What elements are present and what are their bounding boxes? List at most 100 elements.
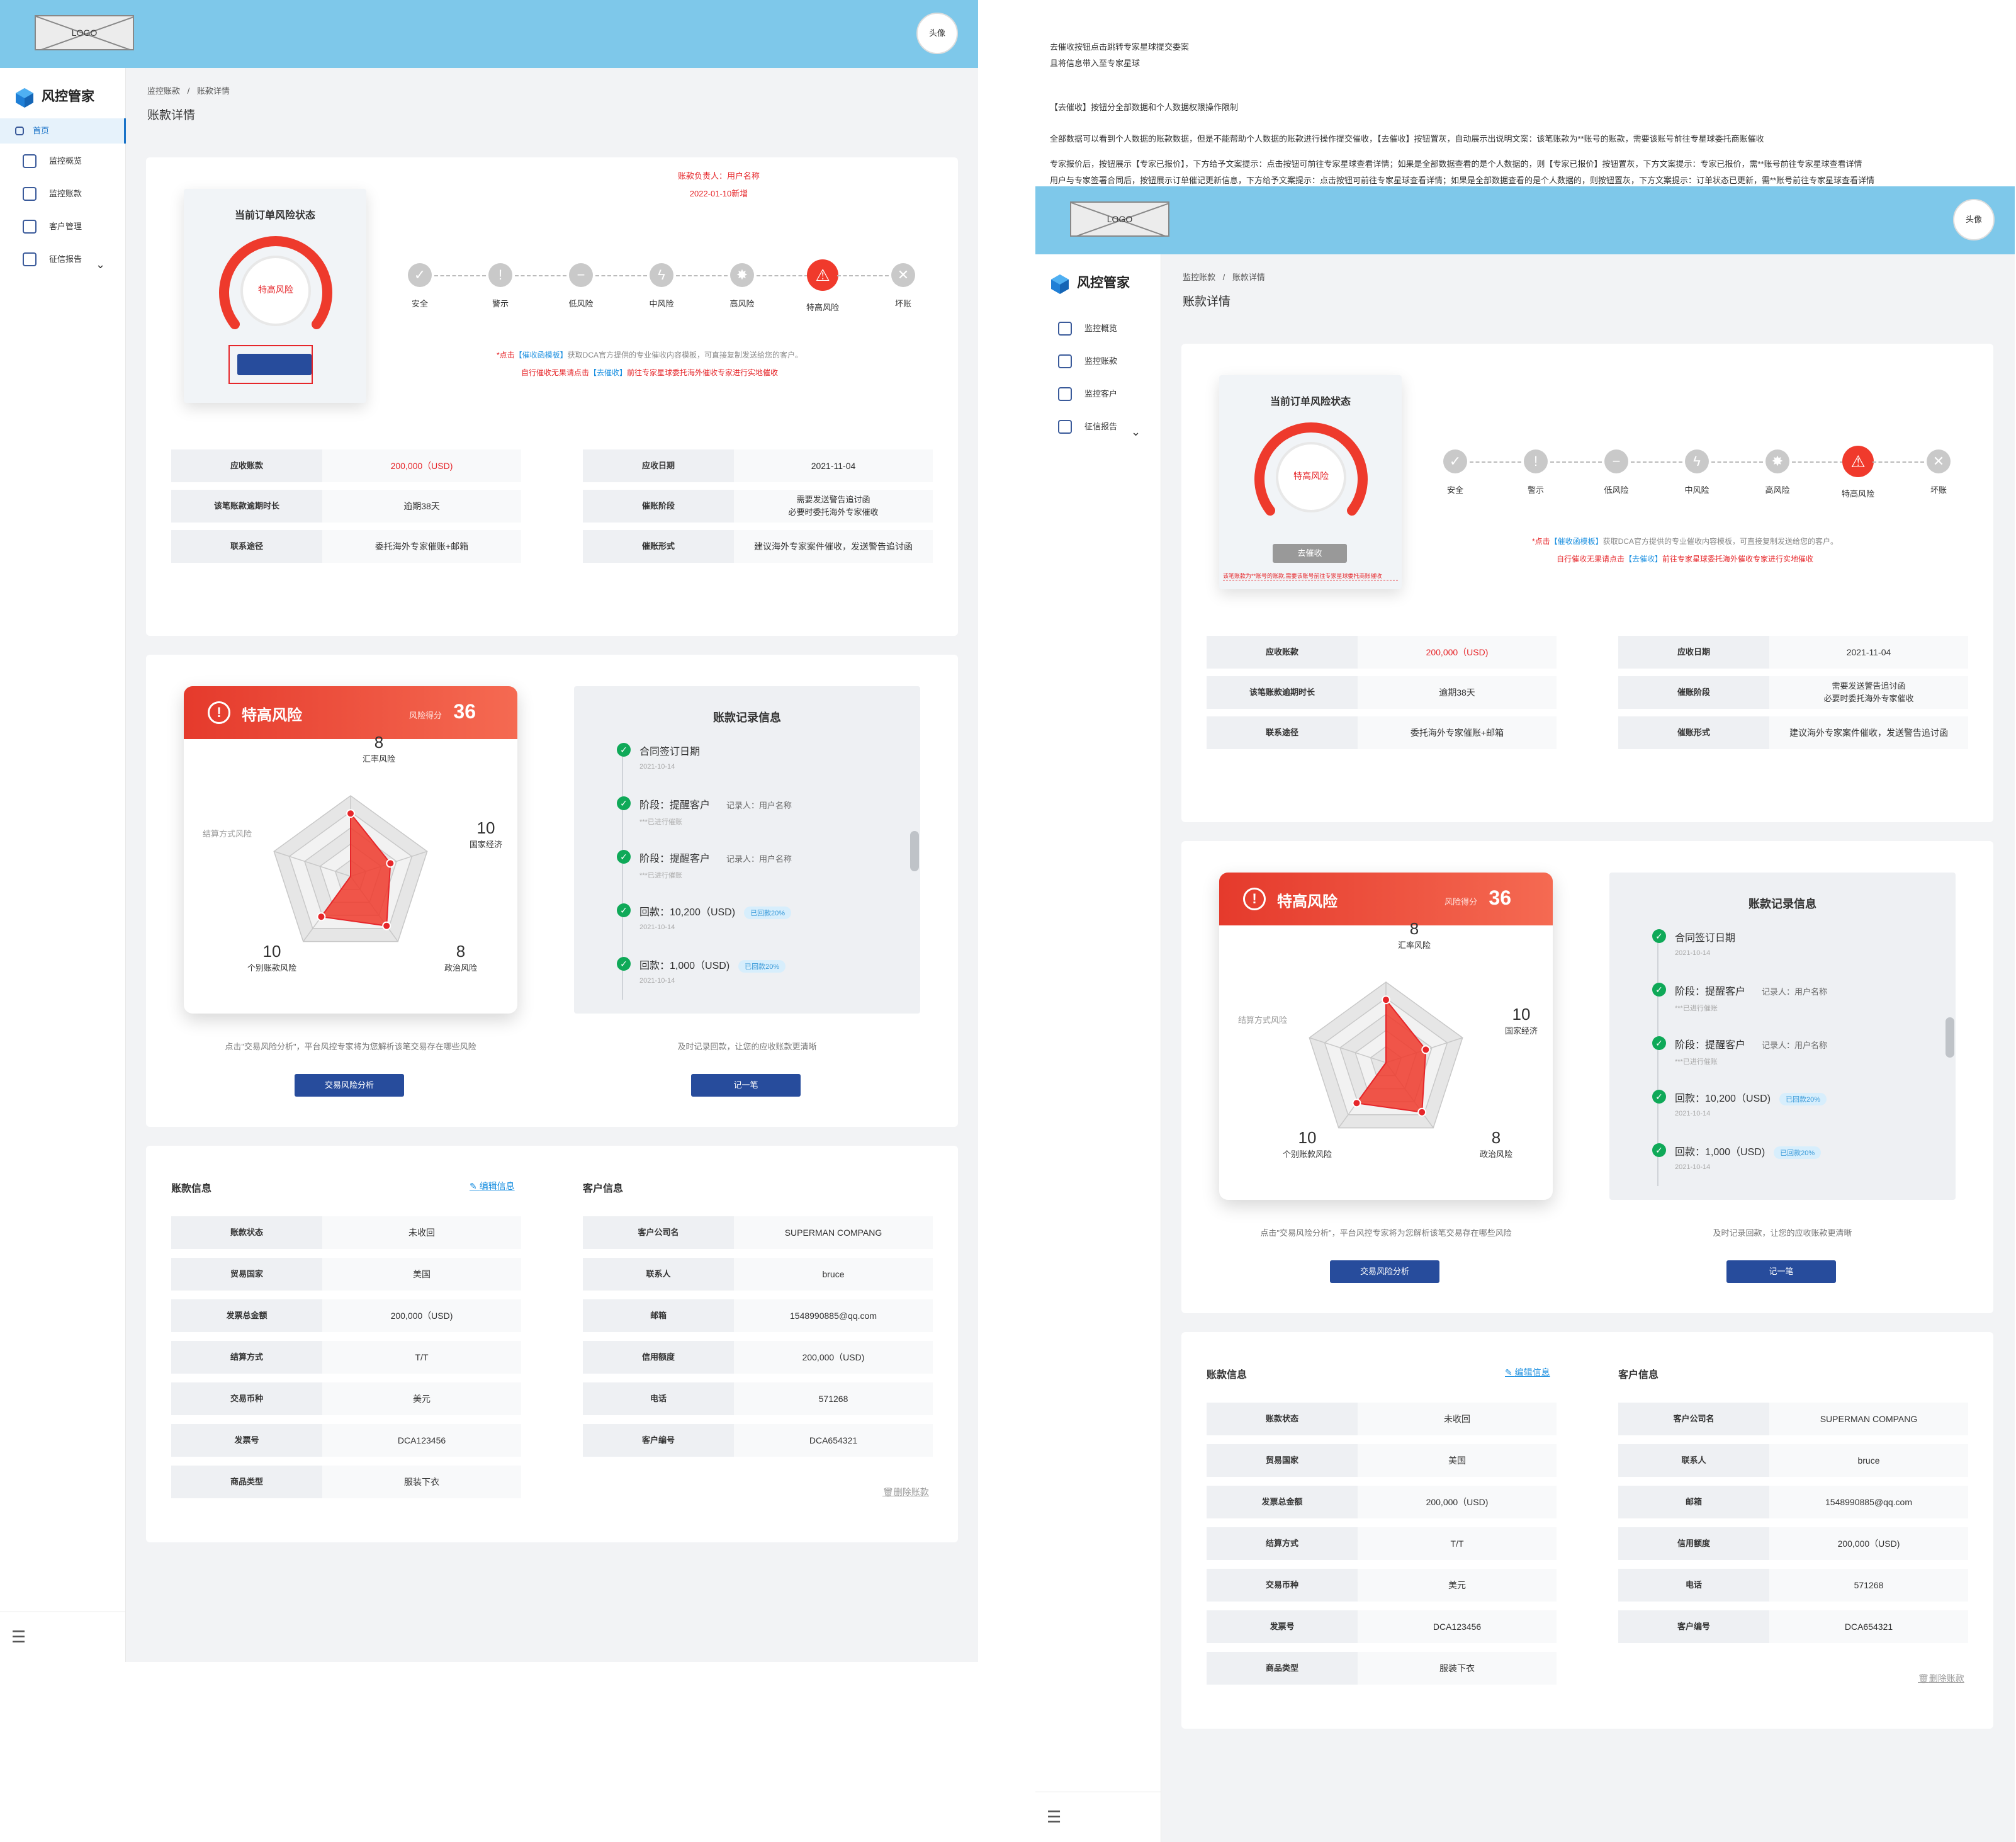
timeline-item: ✓ 阶段：提醒客户 记录人：用户名称 ***已进行催账 [1652, 983, 1942, 1027]
risk-step-icon: ⚠ [807, 259, 838, 291]
timeline-subtext: ***已进行催账 [639, 872, 682, 879]
field-value: 逾期38天 [322, 490, 521, 523]
risk-analysis-button[interactable]: 交易风险分析 [295, 1074, 404, 1097]
score-label: 风险得分 [408, 711, 442, 720]
breadcrumb-link-accounts[interactable]: 监控账款 [1183, 273, 1215, 282]
payback-tag: 已回款20% [738, 960, 786, 973]
risk-step-icon: ✸ [730, 263, 754, 287]
field-label: 结算方式 [1207, 1527, 1358, 1560]
sidebar: 风控管家 监控概览 监控账款 监控客户 征信报告 ⌄ ☰ [1035, 254, 1161, 1842]
collect-template-link[interactable]: 【催收函模板】 [1550, 537, 1603, 546]
delete-account-link[interactable]: 🗑删除账款 [1918, 1672, 1964, 1685]
avatar[interactable]: 头像 [916, 13, 958, 54]
collect-button[interactable] [237, 354, 312, 375]
sidebar-item-overview[interactable]: 监控概览 [0, 149, 126, 174]
recorder: 记录人：用户名称 [1762, 987, 1828, 997]
field-value: 服装下衣 [322, 1466, 521, 1498]
field-value: 需要发送警告追讨函 必要时委托海外专家催收 [1769, 676, 1968, 709]
record-title: 阶段：提醒客户 [1675, 986, 1746, 997]
chevron-down-icon[interactable]: ⌄ [1131, 419, 1140, 444]
collapse-menu-button[interactable]: ☰ [1035, 1792, 1161, 1842]
breadcrumb-current: 账款详情 [1232, 273, 1265, 282]
collect-template-link[interactable]: 【催收函模板】 [515, 351, 568, 359]
check-icon: ✓ [617, 957, 631, 971]
radar-axis-value: 10 [262, 942, 281, 961]
field-label: 客户公司名 [1618, 1403, 1769, 1435]
records-scrollbar[interactable] [910, 831, 919, 871]
disabled-note: 该笔账款为**账号的账款,需要该账号前往专家星球委托商账催收 [1223, 572, 1398, 580]
user-icon [1058, 387, 1072, 401]
annotation-line-1: 去催收按钮点击跳转专家星球提交委案 [1050, 42, 1190, 52]
sidebar-item-overview[interactable]: 监控概览 [1035, 316, 1161, 341]
note-prefix: *点击 [496, 351, 515, 359]
check-icon: ✓ [617, 850, 631, 864]
template-note: *点击【催收函模板】获取DCA官方提供的专业催收内容模板，可直接复制发送给您的客… [398, 346, 901, 364]
radar-axis-label: 8 政治风险 [417, 942, 505, 973]
monitor-icon [1058, 354, 1072, 368]
screen-b: LOGO 头像 风控管家 监控概览 监控账款 监控客户 征信报告 ⌄ ☰ 监控账款 / … [1035, 186, 2015, 1842]
field-value: SUPERMAN COMPANG [1769, 1403, 1968, 1435]
radar-axis-value: 8 [1491, 1128, 1501, 1147]
note-text: 获取DCA官方提供的专业催收内容模板，可直接复制发送给您的客户。 [567, 351, 803, 359]
edit-info-link[interactable]: ✎ 编辑信息 [470, 1180, 515, 1192]
go-collect-link[interactable]: 【去催收】 [589, 368, 627, 377]
edit-info-label: 编辑信息 [1514, 1367, 1550, 1377]
account-info-row: 结算方式 T/T [1207, 1527, 1557, 1560]
sidebar-item-label: 征信报告 [1084, 422, 1118, 431]
sidebar-item-customers[interactable]: 客户管理 [0, 214, 126, 239]
field-value: 美国 [322, 1258, 521, 1291]
risk-step-icon: ✸ [1765, 449, 1789, 473]
payback-tag: 已回款20% [744, 907, 792, 919]
check-icon: ✓ [1652, 983, 1666, 997]
annotation-line-2: 且将信息带入至专家星球 [1050, 59, 1140, 68]
annotation-line-3: 【去催收】按钮分全部数据和个人数据权限操作限制 [1050, 103, 1239, 112]
account-info-row: 发票号 DCA123456 [171, 1424, 521, 1457]
sidebar-item-accounts[interactable]: 监控账款 [1035, 349, 1161, 374]
field-label: 信用额度 [583, 1341, 734, 1374]
record-title: 阶段：提醒客户 [1675, 1040, 1746, 1051]
field-value: 571268 [1769, 1569, 1968, 1602]
risk-step-label: 高风险 [729, 299, 755, 308]
add-record-button[interactable]: 记一笔 [1726, 1260, 1836, 1283]
edit-info-link[interactable]: ✎ 编辑信息 [1505, 1366, 1550, 1379]
check-icon: ✓ [1652, 929, 1666, 943]
check-icon: ✓ [1652, 1090, 1666, 1104]
risk-level-steps: ✓ 安全! 警示 − 低风险 ϟ 中风险 ✸ 高风险 ⚠ 特高风险 ✕ 坏账 [398, 259, 915, 312]
go-collect-link[interactable]: 【去催收】 [1625, 555, 1662, 563]
menu-fold-icon: ☰ [1047, 1807, 1062, 1826]
check-icon: ✓ [1652, 1036, 1666, 1050]
summary-row: 该笔账款逾期时长 逾期38天 [1207, 676, 1557, 709]
add-record-button[interactable]: 记一笔 [691, 1074, 801, 1097]
summary-row: 该笔账款逾期时长 逾期38天 [171, 490, 521, 523]
delete-account-label: 删除账款 [893, 1487, 929, 1497]
record-title: 回款：1,000（USD) [639, 961, 730, 971]
account-info-row: 发票总金额 200,000（USD) [1207, 1486, 1557, 1518]
delete-account-link[interactable]: 🗑删除账款 [882, 1486, 929, 1498]
risk-header: ! 特高风险 风险得分 36 [184, 686, 517, 739]
radar-axis-label: 8 汇率风险 [1370, 919, 1458, 951]
summary-row: 催账形式 建议海外专家案件催收，发送警告追讨函 [583, 530, 933, 563]
risk-analysis-button[interactable]: 交易风险分析 [1330, 1260, 1439, 1283]
risk-step-icon: ! [488, 263, 512, 287]
sidebar-item-credit[interactable]: 征信报告 ⌄ [0, 247, 126, 272]
check-icon: ✓ [617, 743, 631, 757]
summary-row: 应收账款 200,000（USD) [171, 449, 521, 482]
risk-step-label: 坏账 [1930, 485, 1947, 495]
breadcrumb-link-accounts[interactable]: 监控账款 [147, 86, 180, 96]
field-value: 2021-11-04 [734, 449, 933, 482]
sidebar-item-credit[interactable]: 征信报告 ⌄ [1035, 414, 1161, 439]
field-label: 应收账款 [1207, 636, 1358, 669]
sidebar-item-label: 监控账款 [1084, 356, 1118, 366]
collapse-menu-button[interactable]: ☰ [0, 1612, 126, 1662]
chevron-down-icon[interactable]: ⌄ [96, 252, 105, 277]
check-icon: ✓ [617, 796, 631, 810]
sidebar-item-accounts[interactable]: 监控账款 [0, 181, 126, 206]
collect-button[interactable]: 去催收 [1273, 544, 1347, 563]
timeline-item: ✓ 回款：10,200（USD) 已回款20% 2021-10-14 [617, 903, 906, 947]
sidebar-item-home[interactable]: 首页 [0, 118, 126, 144]
records-scrollbar[interactable] [1946, 1017, 1954, 1058]
logo[interactable]: LOGO [35, 15, 134, 50]
sidebar-item-customers_b[interactable]: 监控客户 [1035, 381, 1161, 407]
logo[interactable]: LOGO [1070, 201, 1169, 237]
avatar[interactable]: 头像 [1953, 199, 1995, 240]
